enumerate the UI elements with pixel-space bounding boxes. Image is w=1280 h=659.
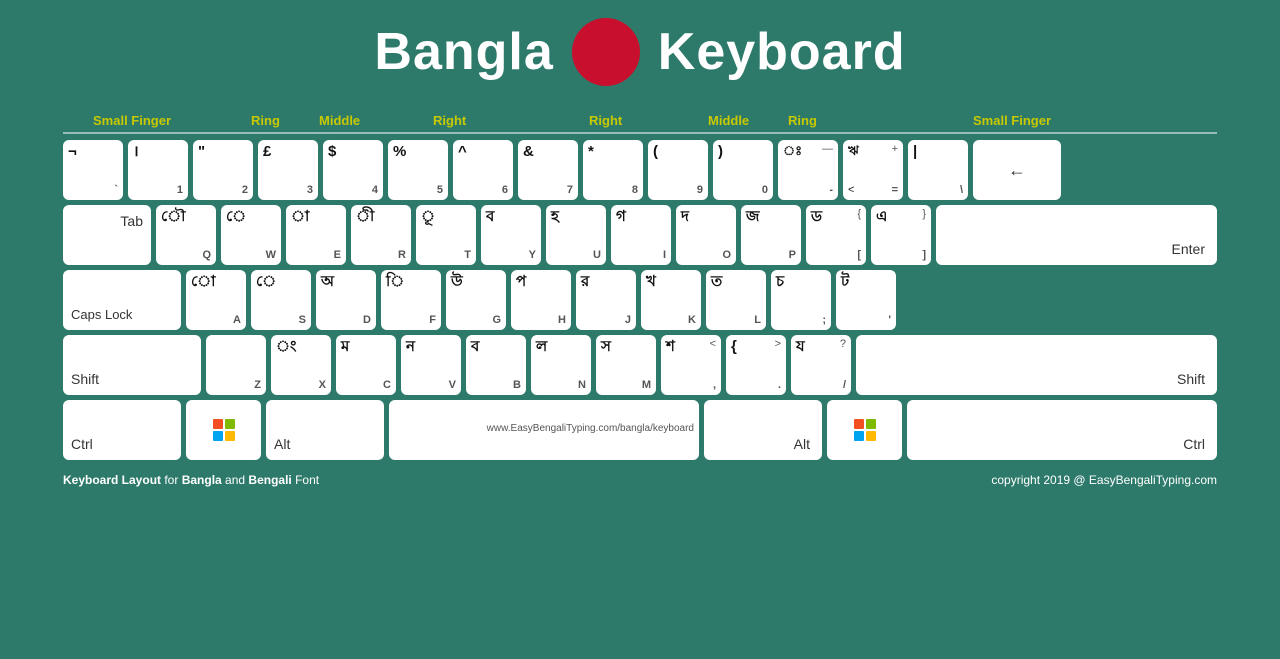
key-backslash-top[interactable]: | \ [908, 140, 968, 200]
finger-label-ring-right: Ring [788, 113, 817, 128]
key-i[interactable]: গ I [611, 205, 671, 265]
key-c[interactable]: ম C [336, 335, 396, 395]
key-win-right[interactable] [827, 400, 902, 460]
key-v[interactable]: ন V [401, 335, 461, 395]
space-url: www.EasyBengaliTyping.com/bangla/keyboar… [487, 423, 694, 434]
key-z[interactable]: Z [206, 335, 266, 395]
key-tab[interactable]: Tab [63, 205, 151, 265]
key-backtick[interactable]: ¬ ` [63, 140, 123, 200]
header: Bangla Keyboard [0, 0, 1280, 96]
keyboard-row-zxcv: Shift Z ং X ম C ন V ব B ল N স M শ [63, 335, 1217, 395]
key-equals[interactable]: ঋ + < = [843, 140, 903, 200]
key-u[interactable]: হ U [546, 205, 606, 265]
keyboard-row-asdf: Caps Lock ো A ে S অ D ি F উ G প H র J [63, 270, 1217, 330]
windows-logo-left [213, 419, 235, 441]
finger-label-small-finger-left: Small Finger [93, 113, 171, 128]
key-y[interactable]: ব Y [481, 205, 541, 265]
key-quote[interactable]: ট ' [836, 270, 896, 330]
key-shift-left[interactable]: Shift [63, 335, 201, 395]
key-win-left[interactable] [186, 400, 261, 460]
key-open-bracket[interactable]: ড { [ [806, 205, 866, 265]
key-caps-lock[interactable]: Caps Lock [63, 270, 181, 330]
key-5[interactable]: % 5 [388, 140, 448, 200]
key-ctrl-right[interactable]: Ctrl [907, 400, 1217, 460]
key-4[interactable]: $ 4 [323, 140, 383, 200]
finger-label-small-finger-right: Small Finger [973, 113, 1051, 128]
key-enter[interactable]: Enter [936, 205, 1217, 265]
key-shift-right[interactable]: Shift [856, 335, 1217, 395]
keyboard-row-numbers: ¬ ` । 1 " 2 £ 3 $ 4 % 5 ^ 6 & 7 [63, 140, 1217, 200]
key-7[interactable]: & 7 [518, 140, 578, 200]
key-h[interactable]: প H [511, 270, 571, 330]
key-l[interactable]: ত L [706, 270, 766, 330]
key-period[interactable]: { > . [726, 335, 786, 395]
keyboard-row-qwerty: Tab ৌ Q ে W া E ী R ূ T ব Y হ U [63, 205, 1217, 265]
key-a[interactable]: ো A [186, 270, 246, 330]
key-alt-right[interactable]: Alt [704, 400, 822, 460]
key-8[interactable]: * 8 [583, 140, 643, 200]
key-1[interactable]: । 1 [128, 140, 188, 200]
footer: Keyboard Layout for Bangla and Bengali F… [0, 465, 1280, 495]
keyboard-row-bottom: Ctrl Alt www.EasyBengaliTyping.com/bangl… [63, 400, 1217, 460]
key-o[interactable]: দ O [676, 205, 736, 265]
key-t[interactable]: ূ T [416, 205, 476, 265]
finger-label-right-left: Right [433, 113, 466, 128]
finger-label-ring-left: Ring [251, 113, 280, 128]
finger-labels: Small Finger Ring Middle Right Right Mid… [63, 106, 1217, 134]
key-comma[interactable]: শ < , [661, 335, 721, 395]
key-r[interactable]: ী R [351, 205, 411, 265]
key-minus[interactable]: ঃ — - [778, 140, 838, 200]
key-d[interactable]: অ D [316, 270, 376, 330]
key-alt-left[interactable]: Alt [266, 400, 384, 460]
key-x[interactable]: ং X [271, 335, 331, 395]
key-n[interactable]: ল N [531, 335, 591, 395]
finger-label-middle-right: Middle [708, 113, 749, 128]
key-w[interactable]: ে W [221, 205, 281, 265]
key-g[interactable]: উ G [446, 270, 506, 330]
key-slash[interactable]: য ? / [791, 335, 851, 395]
key-3[interactable]: £ 3 [258, 140, 318, 200]
key-k[interactable]: খ K [641, 270, 701, 330]
key-space[interactable]: www.EasyBengaliTyping.com/bangla/keyboar… [389, 400, 699, 460]
key-backspace[interactable]: ← [973, 140, 1061, 200]
finger-label-right-right: Right [589, 113, 622, 128]
bangladesh-flag [572, 18, 640, 86]
header-title-left: Bangla [374, 22, 553, 82]
key-p[interactable]: জ P [741, 205, 801, 265]
key-m[interactable]: স M [596, 335, 656, 395]
key-q[interactable]: ৌ Q [156, 205, 216, 265]
footer-left-text: Keyboard Layout for Bangla and Bengali F… [63, 473, 319, 487]
keyboard: ¬ ` । 1 " 2 £ 3 $ 4 % 5 ^ 6 & 7 [63, 140, 1217, 460]
key-e[interactable]: া E [286, 205, 346, 265]
key-semicolon[interactable]: চ ; [771, 270, 831, 330]
key-b[interactable]: ব B [466, 335, 526, 395]
windows-logo-right [854, 419, 876, 441]
key-ctrl-left[interactable]: Ctrl [63, 400, 181, 460]
key-9[interactable]: ( 9 [648, 140, 708, 200]
key-6[interactable]: ^ 6 [453, 140, 513, 200]
header-title-right: Keyboard [658, 22, 906, 82]
key-close-bracket[interactable]: এ } ] [871, 205, 931, 265]
key-j[interactable]: র J [576, 270, 636, 330]
key-s[interactable]: ে S [251, 270, 311, 330]
key-2[interactable]: " 2 [193, 140, 253, 200]
key-0[interactable]: ) 0 [713, 140, 773, 200]
key-f[interactable]: ি F [381, 270, 441, 330]
footer-copyright: copyright 2019 @ EasyBengaliTyping.com [991, 473, 1217, 487]
finger-label-middle-left: Middle [319, 113, 360, 128]
